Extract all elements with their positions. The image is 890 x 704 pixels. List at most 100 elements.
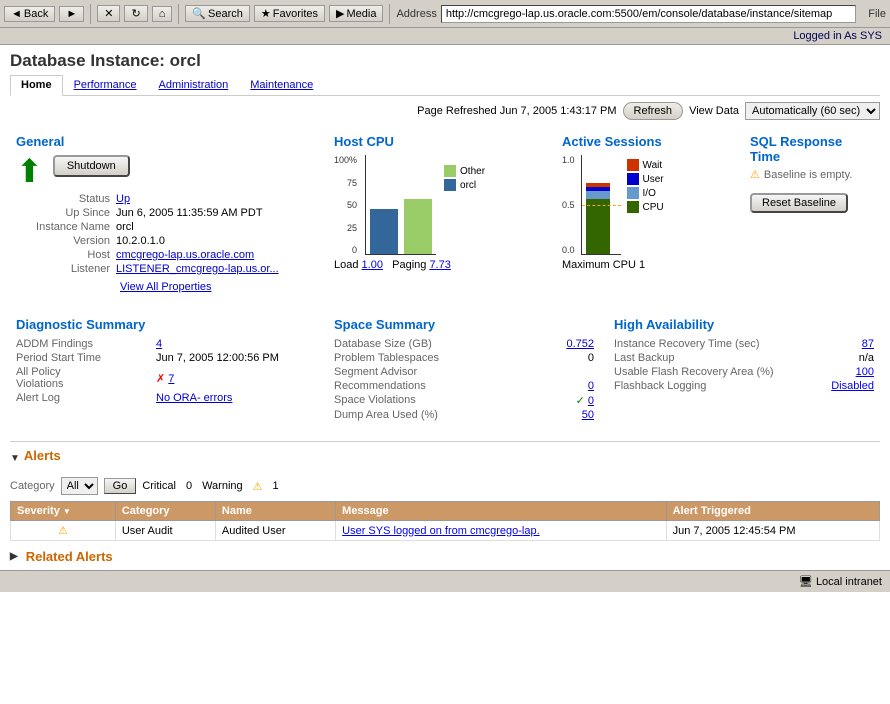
load-paging-row: Load 1.00 Paging 7.73 [334,259,542,271]
io-bar [586,191,610,199]
findings-row: ADDM Findings 4 [16,338,314,350]
warn-icon: ⚠ [750,168,760,181]
legend-other-box [444,165,456,177]
instance-row: Instance Name orcl [16,221,314,233]
legend-wait: Wait [627,159,664,171]
go-button[interactable]: Go [104,478,137,494]
search-browser-button[interactable]: 🔍 Search [185,5,250,22]
up-since-row: Up Since Jun 6, 2005 11:35:59 AM PDT [16,207,314,219]
general-title: General [16,134,314,149]
db-size-link[interactable]: 0.752 [566,338,594,350]
recovery-time-link[interactable]: 87 [862,338,874,350]
table-header-row: Severity ▼ Category Name Message Alert T… [11,502,880,521]
category-cell: User Audit [115,521,215,541]
media-button[interactable]: ▶ Media [329,5,383,22]
listener-link[interactable]: LISTENER_cmcgrego-lap.us.or... [116,263,279,275]
tab-performance[interactable]: Performance [63,75,148,95]
legend-user-label: User [643,174,664,185]
stop-button[interactable]: ✕ [97,5,120,22]
sql-response-section: SQL Response Time ⚠ Baseline is empty. R… [744,128,880,299]
ha-title: High Availability [614,317,874,332]
recommendations-link[interactable]: 0 [588,380,594,392]
tab-administration[interactable]: Administration [148,75,240,95]
general-section: General ⬆ Shutdown Status Up Up Since Ju… [10,128,320,299]
findings-link[interactable]: 4 [156,338,162,350]
flash-recovery-link[interactable]: 100 [856,366,874,378]
flashback-link[interactable]: Disabled [831,380,874,392]
alerts-section: ▼ Alerts Category All Go Critical 0 Warn… [10,441,880,564]
y-label-50: 50 [334,200,357,210]
alert-log-link[interactable]: No ORA- errors [156,392,232,404]
refresh-browser-button[interactable]: ↻ [124,5,147,22]
paging-link[interactable]: 7.73 [429,259,450,271]
severity-warn-icon: ⚠ [58,525,68,537]
ha-row-3: Flashback Logging Disabled [614,380,874,392]
legend-user-box [627,173,639,185]
home-button[interactable]: ⌂ [152,6,173,22]
legend-io-box [627,187,639,199]
period-row: Period Start Time Jun 7, 2005 12:00:56 P… [16,352,314,364]
reset-baseline-button[interactable]: Reset Baseline [750,193,848,213]
warning-icon: ⚠ [253,480,263,493]
space-row-3: Recommendations 0 [334,380,594,392]
col-name: Name [215,502,335,521]
view-all-link[interactable]: View All Properties [120,281,212,293]
legend-orcl: orcl [444,179,485,191]
load-link[interactable]: 1.00 [362,259,383,271]
alerts-filter-bar: Category All Go Critical 0 Warning ⚠ 1 [10,477,880,495]
policy-link[interactable]: 7 [168,373,174,385]
forward-button[interactable]: ► [59,6,84,22]
status-link[interactable]: Up [116,193,130,205]
back-button[interactable]: ◄ Back [4,6,55,22]
refresh-button[interactable]: Refresh [623,102,684,120]
y-label-75: 75 [334,178,357,188]
tab-bar: Home Performance Administration Maintena… [10,75,880,96]
alerts-header: ▼ Alerts [10,448,880,469]
space-violations-link[interactable]: 0 [588,395,594,407]
critical-label: Critical [142,480,176,492]
ha-section: High Availability Instance Recovery Time… [608,311,880,429]
related-collapse-icon[interactable]: ▶ [10,551,18,562]
diag-title: Diagnostic Summary [16,317,314,332]
file-label: File [868,8,886,20]
sessions-legend: Wait User I/O CPU [627,159,664,213]
view-data-label: View Data [689,105,739,117]
refresh-bar: Page Refreshed Jun 7, 2005 1:43:17 PM Re… [10,102,880,120]
y-label-25: 25 [334,223,357,233]
legend-other: Other [444,165,485,177]
ha-row-2: Usable Flash Recovery Area (%) 100 [614,366,874,378]
address-bar[interactable] [441,5,856,23]
host-link[interactable]: cmcgrego-lap.us.oracle.com [116,249,254,261]
error-icon: ✗ [156,373,165,385]
space-title: Space Summary [334,317,594,332]
sessions-bar [586,183,610,254]
browser-toolbar: ◄ Back ► ✕ ↻ ⌂ 🔍 Search ★ Favorites ▶ Me… [0,0,890,28]
alerts-collapse-icon[interactable]: ▼ [10,453,20,464]
shutdown-button[interactable]: Shutdown [53,155,130,177]
space-check-icon: ✓ [576,395,585,407]
sql-title: SQL Response Time [750,134,874,164]
severity-cell: ⚠ [11,521,116,541]
legend-cpu-box [627,201,639,213]
sess-y-10: 1.0 [562,155,575,165]
view-data-select[interactable]: Automatically (60 sec) [745,102,880,120]
toolbar-separator2 [178,4,179,24]
category-select[interactable]: All [61,477,98,495]
other-bar [404,199,432,254]
listener-row: Listener LISTENER_cmcgrego-lap.us.or... [16,263,314,275]
dump-area-link[interactable]: 50 [582,409,594,421]
sessions-title: Active Sessions [562,134,730,149]
tab-home[interactable]: Home [10,75,63,96]
triggered-cell: Jun 7, 2005 12:45:54 PM [666,521,879,541]
up-arrow-icon: ⬆ [16,155,43,187]
tab-maintenance[interactable]: Maintenance [239,75,324,95]
paging-label: Paging [386,259,429,271]
alerts-table: Severity ▼ Category Name Message Alert T… [10,501,880,541]
legend-user: User [627,173,664,185]
host-cpu-section: Host CPU 100% 75 50 25 0 [328,128,548,299]
baseline-row: ⚠ Baseline is empty. [750,168,874,181]
orcl-bar [370,209,398,254]
message-link[interactable]: User SYS logged on from cmcgrego-lap. [342,525,539,537]
warning-value: 1 [273,480,279,492]
favorites-button[interactable]: ★ Favorites [254,5,325,22]
